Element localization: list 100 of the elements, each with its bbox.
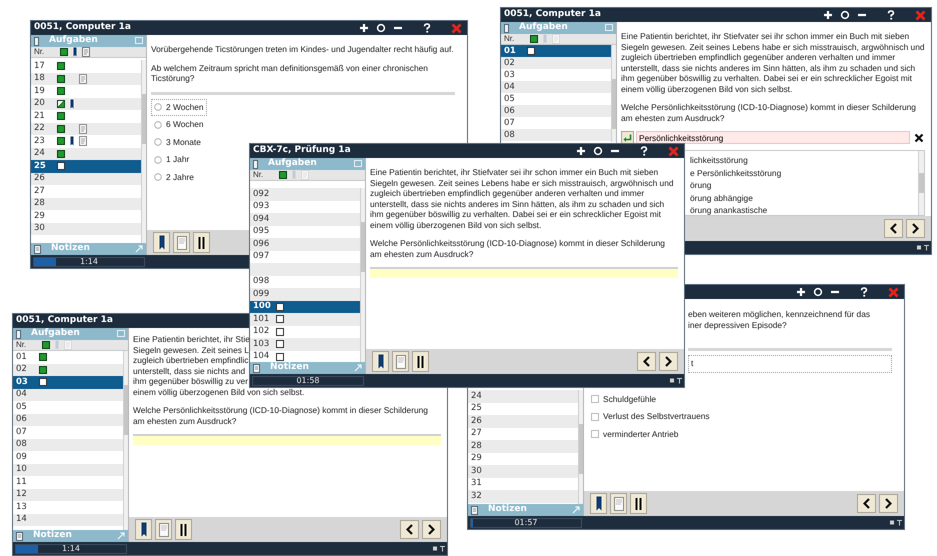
task-row[interactable]: 06 — [13, 414, 123, 426]
task-row[interactable]: 06 — [501, 105, 611, 117]
previous-button[interactable] — [637, 352, 656, 371]
pause-button[interactable] — [630, 493, 647, 514]
task-row[interactable]: 101 — [250, 313, 360, 326]
suggestion-item[interactable]: e Persönlichkeitsstörung — [690, 166, 782, 179]
bookmark-button[interactable] — [135, 519, 152, 540]
task-row[interactable]: 04 — [13, 388, 123, 401]
plus-icon[interactable] — [796, 287, 806, 297]
plus-icon[interactable] — [359, 23, 369, 33]
task-row[interactable]: 03 — [13, 376, 123, 388]
previous-button[interactable] — [400, 520, 419, 539]
answer-option[interactable]: 1 Jahr — [151, 151, 192, 168]
plus-icon[interactable] — [576, 146, 586, 156]
task-row[interactable]: 32 — [468, 490, 578, 502]
next-button[interactable] — [659, 352, 678, 371]
expand-icon[interactable] — [135, 245, 143, 253]
bookmark-button[interactable] — [153, 232, 170, 253]
task-row[interactable]: 18 — [31, 72, 141, 85]
square-icon[interactable] — [60, 48, 68, 56]
close-icon[interactable] — [915, 10, 926, 20]
window-icon[interactable] — [135, 37, 143, 45]
bookmark-button[interactable] — [590, 493, 607, 514]
previous-button[interactable] — [857, 494, 876, 513]
scrollbar[interactable] — [611, 45, 616, 142]
suggestion-item[interactable]: örung abhängige — [690, 192, 753, 204]
radio-button[interactable] — [154, 138, 162, 146]
task-row[interactable]: 096 — [250, 238, 360, 250]
checkbox[interactable] — [591, 430, 599, 438]
enter-button[interactable] — [621, 131, 634, 144]
task-row[interactable]: 30 — [468, 465, 578, 478]
task-row[interactable]: 14 — [13, 514, 123, 526]
bookmark-icon[interactable] — [73, 47, 77, 57]
scrollbar[interactable] — [141, 60, 146, 243]
next-button[interactable] — [906, 219, 925, 238]
answer-option[interactable]: 3 Monate — [151, 134, 204, 151]
pause-button[interactable] — [175, 519, 192, 540]
suggestion-item[interactable]: örung anankastische — [690, 204, 768, 216]
suggestion-item[interactable]: örung — [690, 179, 712, 192]
task-row[interactable]: 12 — [13, 488, 123, 501]
expand-icon[interactable] — [572, 506, 580, 514]
task-row[interactable]: 28 — [31, 198, 141, 210]
square-icon[interactable] — [530, 35, 538, 43]
task-row[interactable]: 02 — [501, 57, 611, 69]
answer-option[interactable]: verminderter Antrieb — [588, 426, 682, 443]
close-icon[interactable] — [888, 286, 899, 298]
pause-button[interactable] — [193, 232, 210, 253]
note-icon[interactable] — [82, 47, 90, 57]
answer-field[interactable]: Persönlichkeitsstörung — [636, 131, 910, 144]
pause-button[interactable] — [412, 351, 429, 372]
scrollbar[interactable] — [918, 151, 924, 215]
window-icon[interactable] — [605, 24, 613, 32]
task-row[interactable]: 103 — [250, 338, 360, 350]
task-row[interactable]: 102 — [250, 326, 360, 338]
task-row[interactable]: 02 — [13, 364, 123, 376]
task-row[interactable]: 26 — [31, 172, 141, 185]
square-icon[interactable] — [42, 341, 50, 349]
circle-icon[interactable] — [376, 23, 386, 33]
task-row[interactable]: 099 — [250, 288, 360, 300]
task-row[interactable]: 08 — [13, 438, 123, 451]
checkbox[interactable] — [591, 395, 599, 404]
task-row[interactable]: 100 — [250, 300, 360, 313]
square-icon[interactable] — [279, 171, 287, 179]
radio-button[interactable] — [154, 156, 162, 164]
close-icon[interactable] — [451, 22, 462, 34]
answer-option[interactable]: 2 Jahre — [151, 168, 197, 186]
previous-button[interactable] — [884, 219, 903, 238]
task-row[interactable]: 08 — [501, 129, 611, 141]
help-icon[interactable] — [887, 10, 895, 20]
help-icon[interactable] — [423, 23, 431, 33]
task-row[interactable]: 24 — [31, 148, 141, 160]
circle-icon[interactable] — [593, 146, 603, 156]
task-row[interactable]: 094 — [250, 213, 360, 226]
answer-option[interactable]: 2 Wochen — [151, 98, 207, 116]
circle-icon[interactable] — [840, 10, 850, 20]
help-icon[interactable] — [860, 287, 868, 297]
task-row[interactable]: 10 — [13, 464, 123, 476]
task-row[interactable]: 01 — [501, 45, 611, 57]
task-row[interactable]: 25 — [31, 160, 141, 172]
close-icon[interactable] — [668, 146, 679, 156]
window-icon[interactable] — [117, 330, 125, 338]
scrollbar[interactable] — [578, 390, 583, 504]
answer-field[interactable] — [370, 267, 678, 278]
plus-icon[interactable] — [823, 10, 833, 20]
task-row[interactable]: 22 — [31, 122, 141, 135]
scrollbar[interactable] — [123, 351, 128, 530]
task-row[interactable]: 26 — [468, 415, 578, 428]
task-row[interactable]: 104 — [250, 350, 360, 362]
expand-icon[interactable] — [117, 532, 125, 540]
scrollbar[interactable] — [360, 188, 365, 362]
task-row[interactable]: 28 — [468, 440, 578, 452]
radio-button[interactable] — [154, 120, 162, 129]
answer-option[interactable]: 6 Wochen — [151, 116, 207, 134]
expand-icon[interactable] — [354, 364, 362, 372]
radio-button[interactable] — [154, 173, 162, 182]
answer-field[interactable] — [133, 434, 441, 445]
task-row[interactable]: 30 — [31, 222, 141, 235]
clear-button[interactable] — [912, 131, 925, 144]
window-icon[interactable] — [354, 160, 362, 168]
task-row[interactable]: 20 — [31, 98, 141, 110]
